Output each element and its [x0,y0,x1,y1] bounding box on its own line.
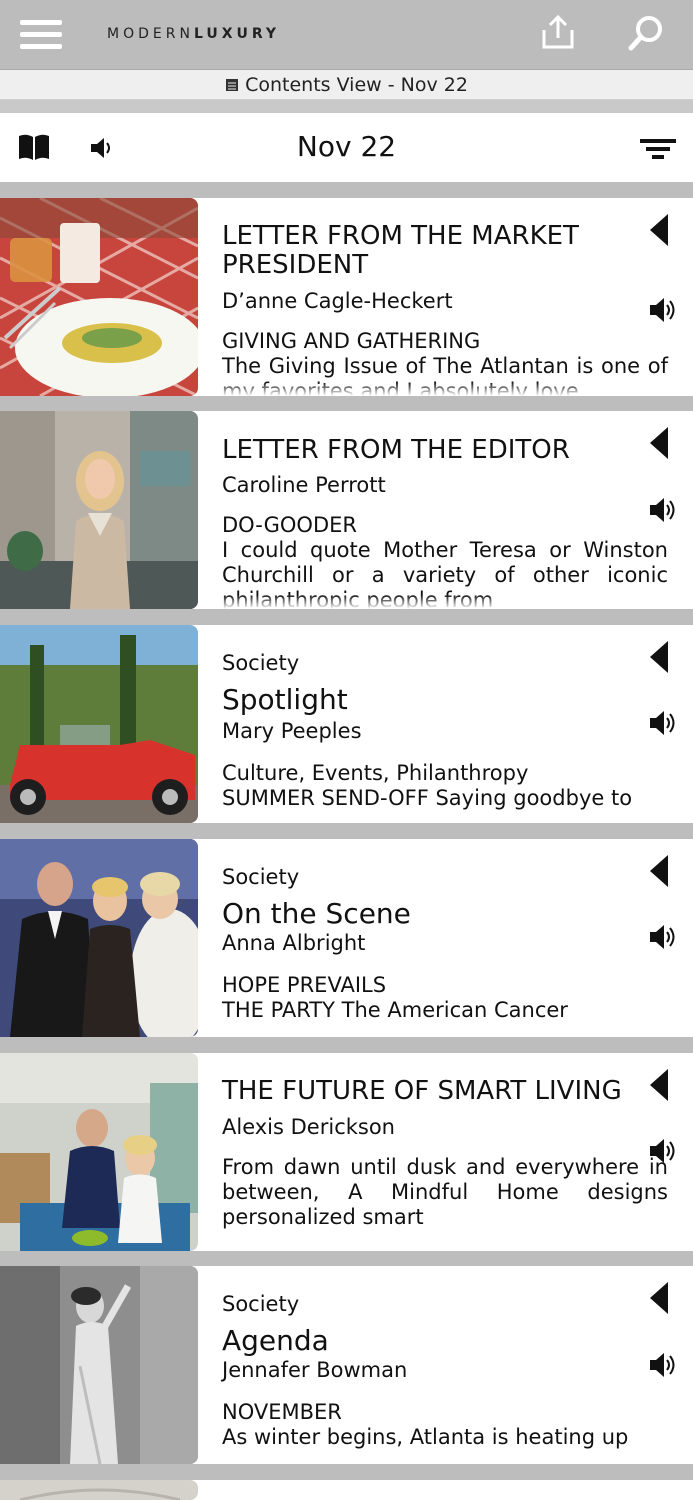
contents-view-bar: Contents View - Nov 22 [0,70,693,100]
article-excerpt: From dawn until dusk and everywhere in b… [222,1155,668,1229]
article-thumbnail [0,1480,198,1500]
article-title: THE FUTURE OF SMART LIVING [222,1076,622,1106]
audio-icon[interactable] [648,1136,678,1166]
hamburger-menu-icon[interactable] [20,18,62,52]
article-card[interactable]: Society Spotlight Mary Peeples Culture, … [0,625,693,823]
audio-icon[interactable] [648,922,678,952]
article-kicker: Society [222,1292,300,1316]
article-card[interactable] [0,1480,693,1500]
article-author: Alexis Derickson [222,1115,395,1139]
article-thumbnail [0,198,198,396]
filter-icon[interactable] [640,137,676,161]
fade-overlay [222,382,693,396]
article-title: On the Scene [222,897,411,930]
fade-overlay [222,809,693,823]
article-content: Society On the Scene Anna Albright HOPE … [222,839,668,1037]
audio-icon[interactable] [648,1350,678,1380]
fade-overlay [222,595,693,609]
article-thumbnail [0,625,198,823]
audio-icon[interactable] [648,295,678,325]
audio-icon[interactable] [648,495,678,525]
contents-view-label: Contents View - Nov 22 [245,74,468,96]
article-title: Spotlight [222,683,348,716]
article-card[interactable]: LETTER FROM THE EDITOR Caroline Perrott … [0,411,693,609]
article-thumbnail [0,411,198,609]
article-section: GIVING AND GATHERING [222,329,481,353]
article-thumbnail [0,839,198,1037]
read-arrow-icon[interactable] [650,1282,670,1314]
fade-overlay [222,1237,693,1251]
article-title: Agenda [222,1324,329,1357]
brand-logo: MODERNLUXURY [107,26,281,42]
article-section: DO-GOODER [222,513,357,537]
read-arrow-icon[interactable] [650,214,670,246]
divider [0,100,693,113]
document-icon [226,79,239,91]
article-section: Culture, Events, Philanthropy [222,761,529,785]
article-title: LETTER FROM THE MARKET PRESIDENT [222,221,579,280]
read-arrow-icon[interactable] [650,641,670,673]
read-arrow-icon[interactable] [650,427,670,459]
open-book-icon[interactable] [18,133,50,161]
audio-icon[interactable] [648,708,678,738]
fade-overlay [222,1023,693,1037]
article-content: LETTER FROM THE EDITOR Caroline Perrott … [222,411,668,610]
article-card[interactable]: LETTER FROM THE MARKET PRESIDENT D’anne … [0,198,693,396]
read-arrow-icon[interactable] [650,1069,670,1101]
article-content: LETTER FROM THE MARKET PRESIDENT D’anne … [222,198,668,397]
article-excerpt: SUMMER SEND-OFF Saying goodbye to [222,786,633,810]
article-title: LETTER FROM THE EDITOR [222,435,570,465]
article-author: Mary Peeples [222,719,362,743]
article-content: THE FUTURE OF SMART LIVING Alexis Derick… [222,1053,668,1251]
search-icon[interactable] [627,14,665,52]
read-arrow-icon[interactable] [650,855,670,887]
app-header: MODERNLUXURY [0,0,693,70]
article-excerpt: As winter begins, Atlanta is heating up [222,1425,629,1449]
issue-toolbar: Nov 22 [0,113,693,182]
article-author: Anna Albright [222,931,366,955]
article-content: Society Agenda Jennafer Bowman NOVEMBER … [222,1266,668,1464]
article-thumbnail [0,1053,198,1251]
article-kicker: Society [222,865,300,889]
article-author: Jennafer Bowman [222,1358,408,1382]
article-section: HOPE PREVAILS [222,973,387,997]
article-kicker: Society [222,651,300,675]
article-card[interactable]: Society On the Scene Anna Albright HOPE … [0,839,693,1037]
article-content: Society Spotlight Mary Peeples Culture, … [222,625,668,823]
share-icon[interactable] [540,14,576,50]
article-author: Caroline Perrott [222,473,386,497]
speaker-icon[interactable] [89,135,115,161]
article-section: NOVEMBER [222,1400,342,1424]
article-card[interactable]: THE FUTURE OF SMART LIVING Alexis Derick… [0,1053,693,1251]
article-thumbnail [0,1266,198,1464]
article-excerpt: THE PARTY The American Cancer [222,998,568,1022]
article-card[interactable]: Society Agenda Jennafer Bowman NOVEMBER … [0,1266,693,1464]
article-author: D’anne Cagle-Heckert [222,289,453,313]
